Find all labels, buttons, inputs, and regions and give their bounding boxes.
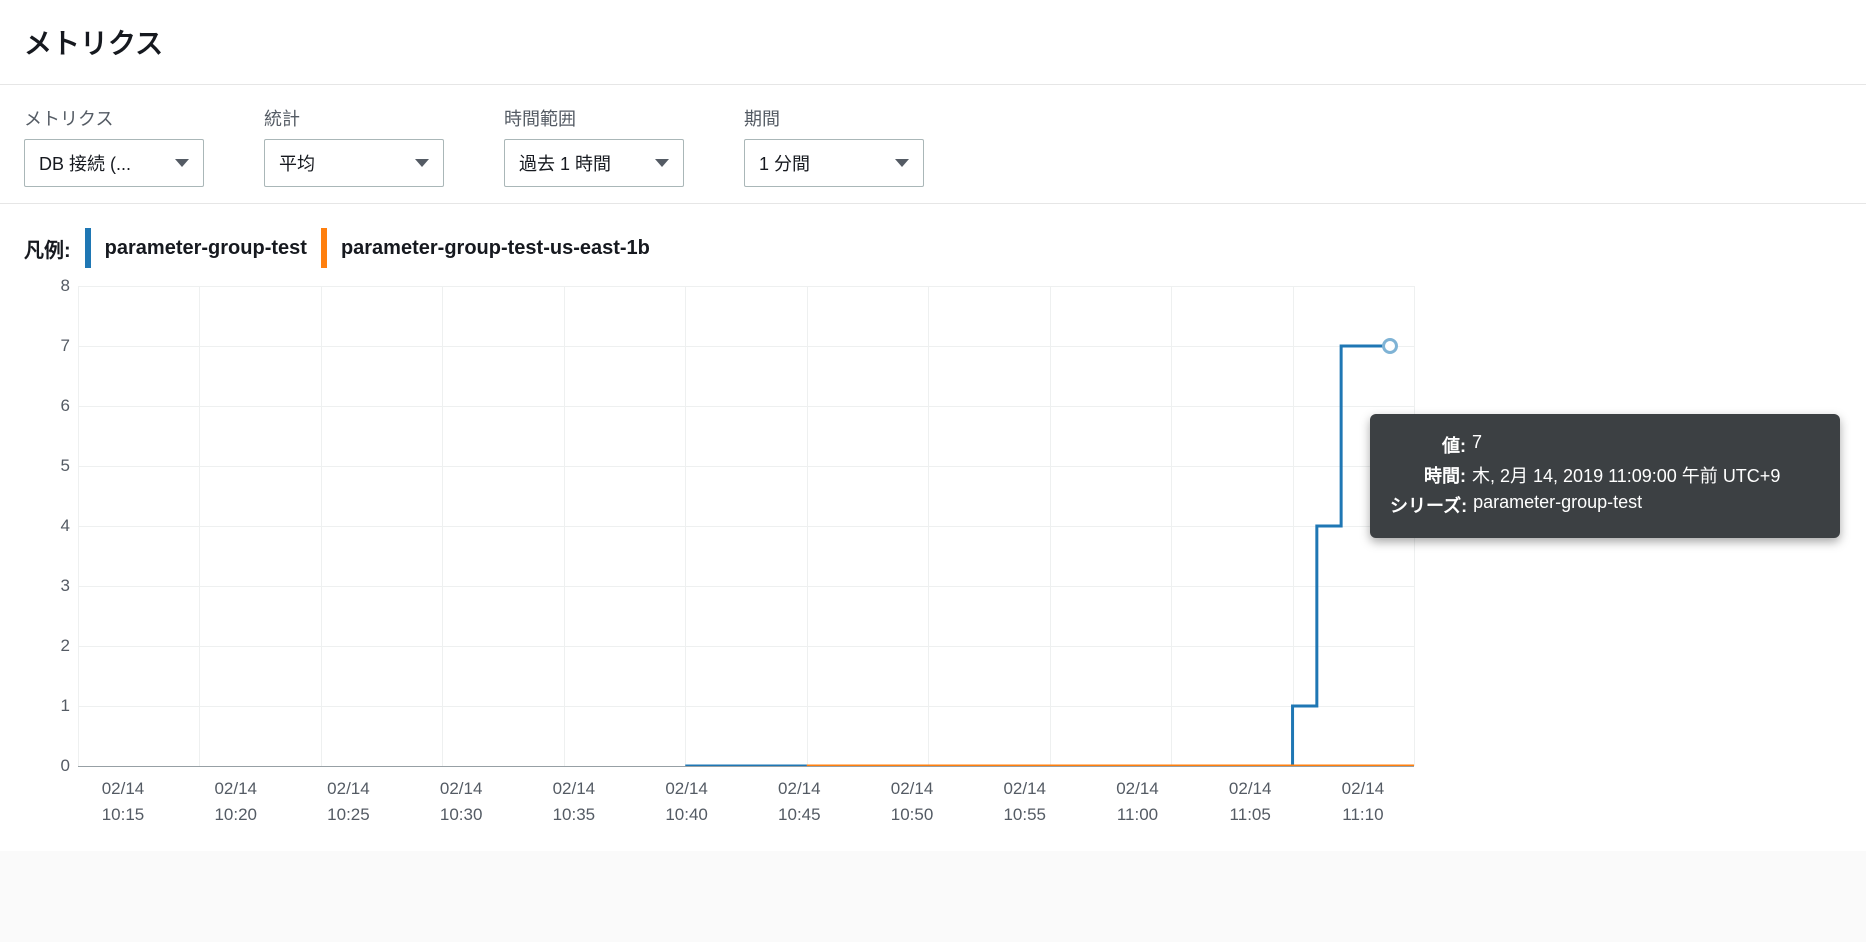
x-tick-label: 02/1411:05 (1205, 776, 1295, 827)
tooltip-val-series: parameter-group-test (1473, 492, 1820, 513)
y-tick: 6 (61, 396, 70, 416)
legend-item-1[interactable]: parameter-group-test-us-east-1b (341, 237, 650, 260)
stat-label: 統計 (264, 105, 444, 131)
tooltip: 値: 7 時間: 木, 2月 14, 2019 11:09:00 午前 UTC+… (1370, 414, 1840, 538)
y-tick: 1 (61, 696, 70, 716)
x-tick-label: 02/1410:40 (642, 776, 732, 827)
x-axis-line (78, 766, 1414, 767)
stat-control: 統計 平均 (264, 105, 444, 187)
legend-label: 凡例: (24, 234, 71, 263)
x-tick-label: 02/1410:35 (529, 776, 619, 827)
y-tick: 0 (61, 756, 70, 776)
stat-dropdown[interactable]: 平均 (264, 139, 444, 187)
metric-dropdown[interactable]: DB 接続 (... (24, 139, 204, 187)
series-line (685, 346, 1389, 766)
stat-dropdown-value: 平均 (279, 150, 315, 176)
x-tick-label: 02/1410:50 (867, 776, 957, 827)
metric-dropdown-value: DB 接続 (... (39, 150, 131, 176)
legend-swatch-0 (85, 228, 91, 268)
x-tick-label: 02/1410:55 (980, 776, 1070, 827)
metric-control: メトリクス DB 接続 (... (24, 105, 204, 187)
legend-item-0[interactable]: parameter-group-test (105, 237, 307, 260)
range-dropdown-value: 過去 1 時間 (519, 150, 611, 176)
x-tick-label: 02/1411:10 (1318, 776, 1408, 827)
tooltip-key-time: 時間: (1390, 462, 1466, 488)
x-tick-label: 02/1410:15 (78, 776, 168, 827)
tooltip-val-time: 木, 2月 14, 2019 11:09:00 午前 UTC+9 (1472, 462, 1820, 488)
range-control: 時間範囲 過去 1 時間 (504, 105, 684, 187)
x-tick-label: 02/1410:20 (191, 776, 281, 827)
x-tick-label: 02/1410:30 (416, 776, 506, 827)
x-tick-label: 02/1410:25 (303, 776, 393, 827)
y-tick: 7 (61, 336, 70, 356)
hover-marker (1382, 338, 1398, 354)
chart[interactable]: 012345678 02/1410:1502/1410:2002/1410:25… (0, 282, 1866, 851)
tooltip-key-value: 値: (1390, 432, 1466, 458)
y-tick: 5 (61, 456, 70, 476)
metric-label: メトリクス (24, 105, 204, 131)
page-header: メトリクス (0, 0, 1866, 85)
y-tick: 4 (61, 516, 70, 536)
chevron-down-icon (655, 159, 669, 167)
y-tick: 8 (61, 276, 70, 296)
range-label: 時間範囲 (504, 105, 684, 131)
legend-swatch-1 (321, 228, 327, 268)
tooltip-key-series: シリーズ: (1390, 492, 1467, 518)
tooltip-val-value: 7 (1472, 432, 1820, 453)
chevron-down-icon (415, 159, 429, 167)
period-dropdown[interactable]: 1 分間 (744, 139, 924, 187)
legend: 凡例: parameter-group-test parameter-group… (0, 204, 1866, 282)
period-label: 期間 (744, 105, 924, 131)
period-control: 期間 1 分間 (744, 105, 924, 187)
x-tick-label: 02/1411:00 (1092, 776, 1182, 827)
chevron-down-icon (895, 159, 909, 167)
y-tick: 2 (61, 636, 70, 656)
period-dropdown-value: 1 分間 (759, 150, 810, 176)
controls-row: メトリクス DB 接続 (... 統計 平均 時間範囲 過去 1 時間 期間 1… (0, 85, 1866, 204)
y-tick: 3 (61, 576, 70, 596)
page-title: メトリクス (24, 22, 1842, 62)
chevron-down-icon (175, 159, 189, 167)
x-tick-label: 02/1410:45 (754, 776, 844, 827)
range-dropdown[interactable]: 過去 1 時間 (504, 139, 684, 187)
